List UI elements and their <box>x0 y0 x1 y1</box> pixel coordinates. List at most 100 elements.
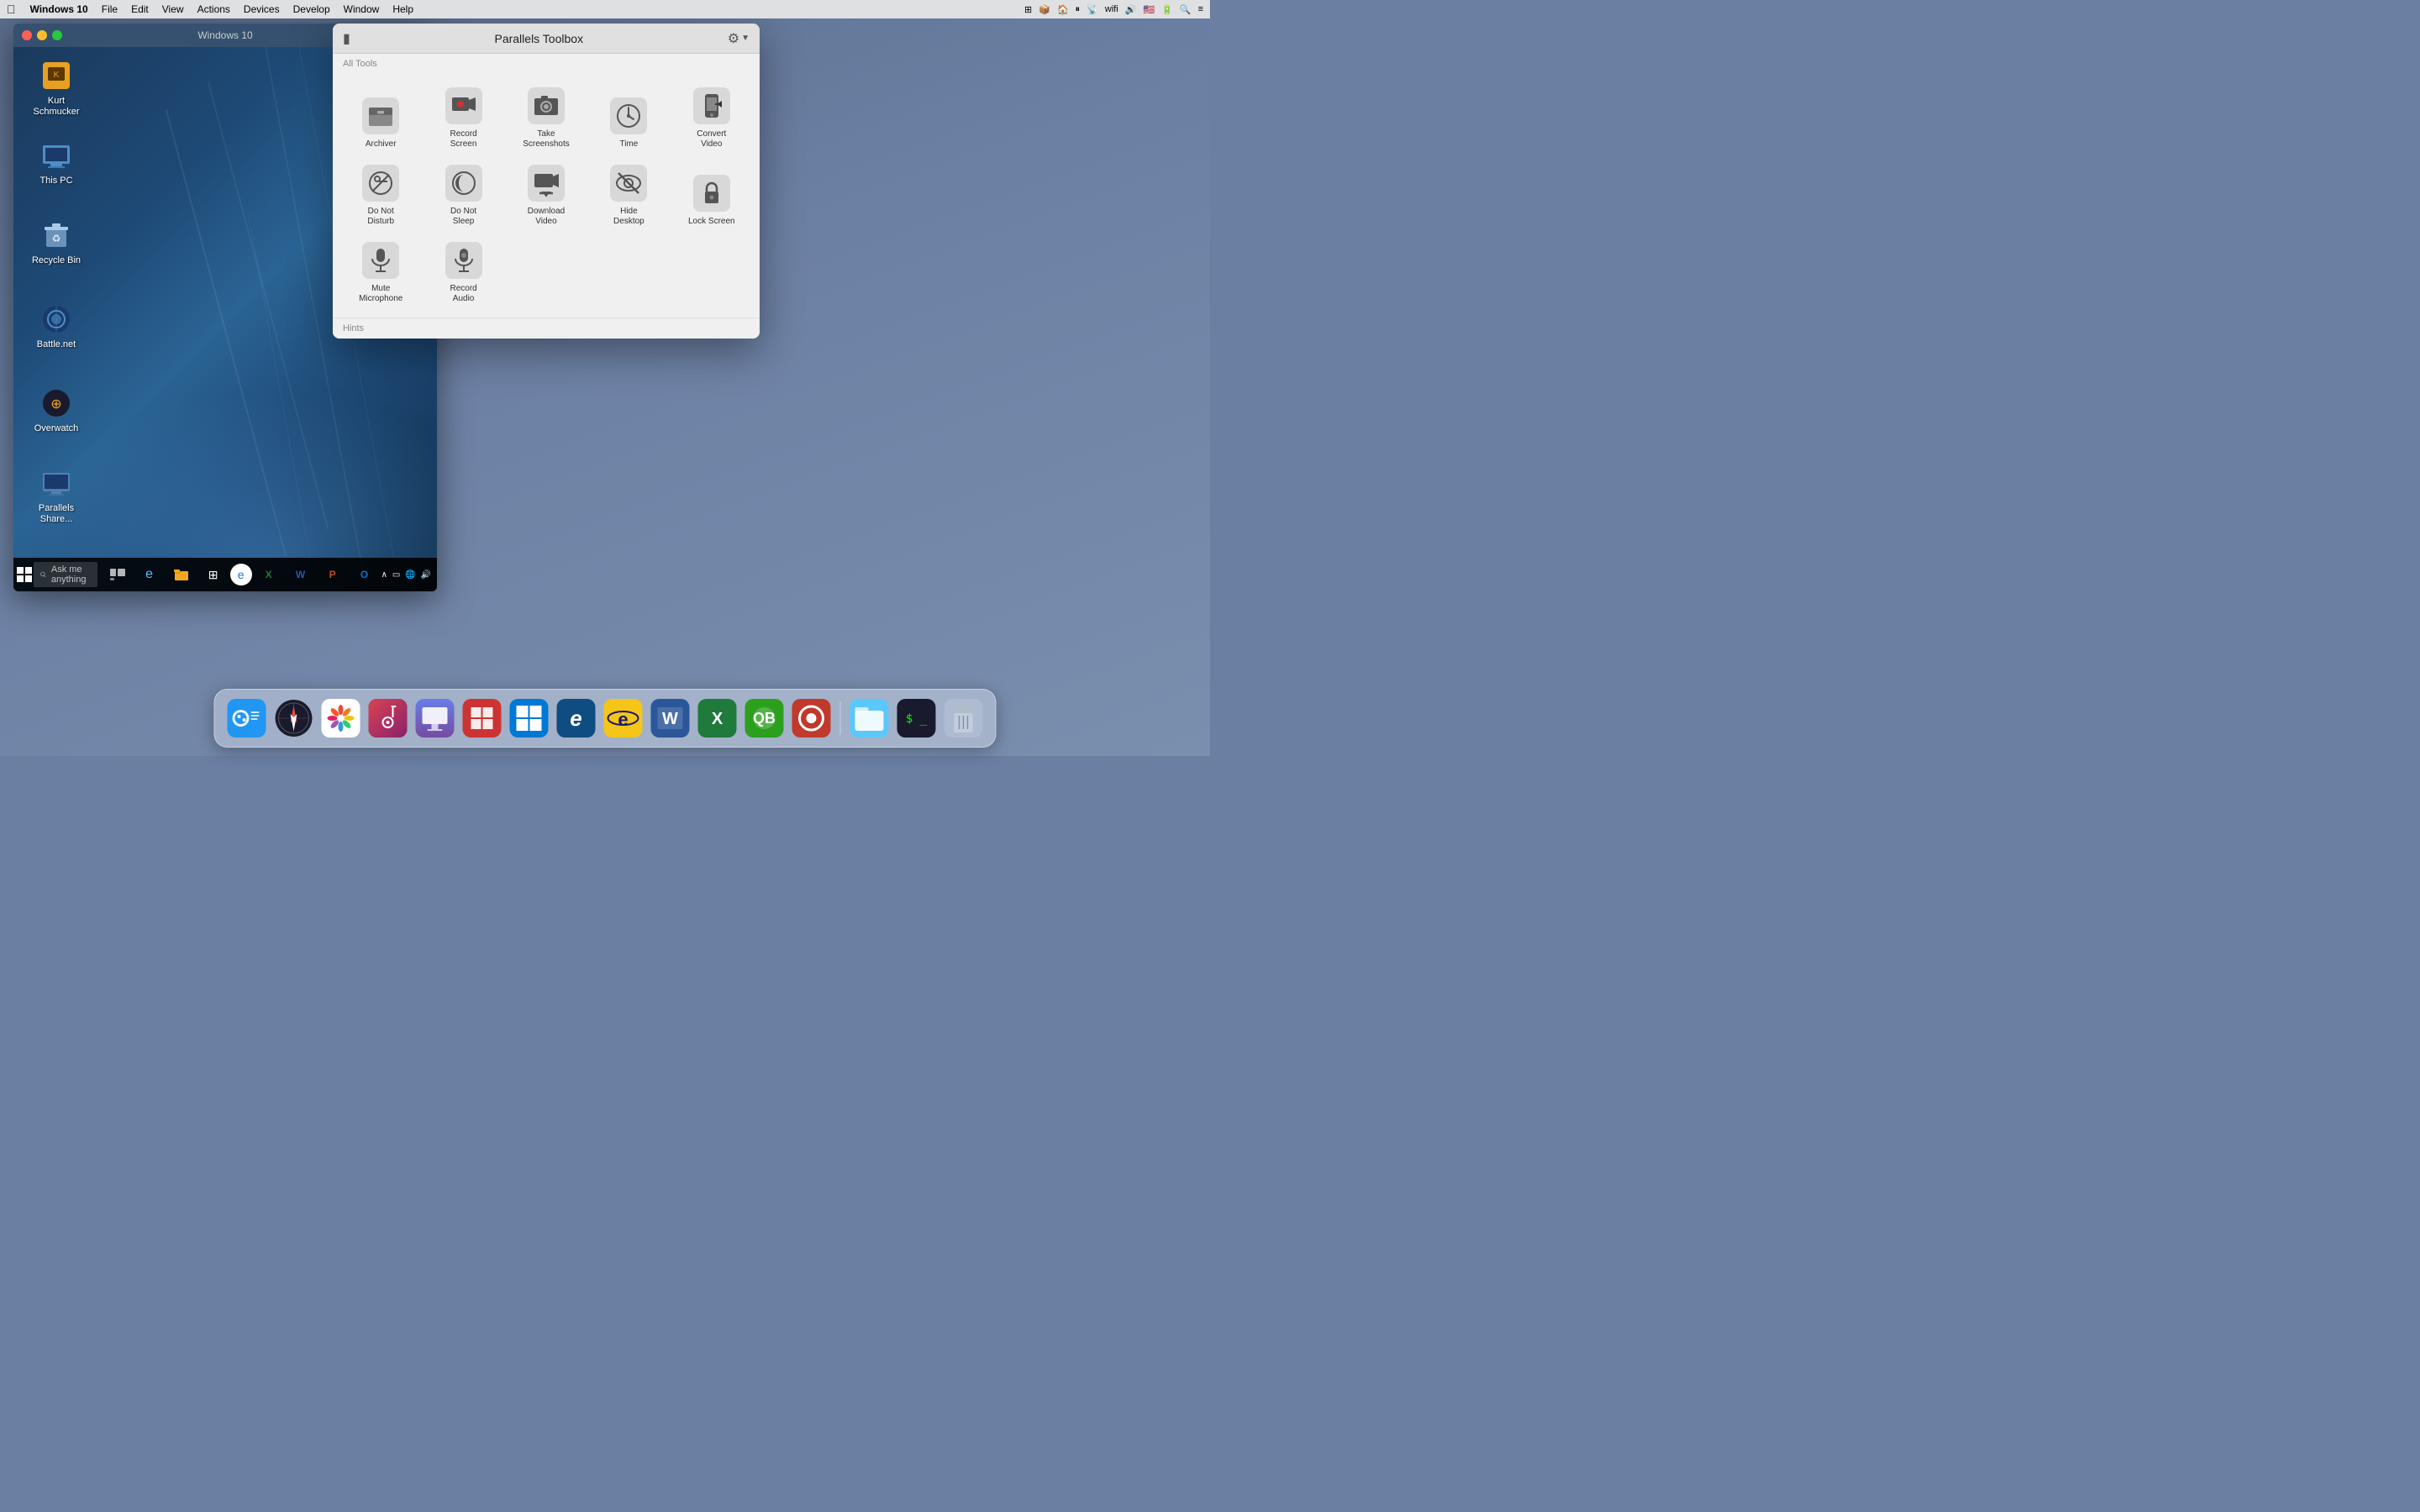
tray-message[interactable]: 💬 <box>436 570 437 580</box>
toolbox-header: ▮ Parallels Toolbox ⚙ ▼ <box>333 24 760 54</box>
taskbar-app-excel[interactable]: X <box>254 559 284 590</box>
tool-do-not-sleep[interactable]: Do NotSleep <box>422 156 504 234</box>
devices-menu[interactable]: Devices <box>238 2 286 17</box>
actions-menu[interactable]: Actions <box>192 2 236 17</box>
tool-do-not-disturb[interactable]: Do NotDisturb <box>339 156 422 234</box>
dropbox-icon[interactable]: 📦 <box>1039 4 1050 15</box>
tray-tablet[interactable]: ▭ <box>392 570 400 580</box>
dock-ie[interactable]: e <box>602 696 645 740</box>
wifi-icon[interactable]: wifi <box>1105 4 1118 14</box>
list-icon[interactable]: ≡ <box>1198 4 1203 14</box>
taskbar-search[interactable]: Ask me anything <box>34 562 97 587</box>
taskbar-app-explorer[interactable] <box>166 559 197 590</box>
gear-icon: ⚙ <box>728 30 739 47</box>
dock-word[interactable]: W <box>649 696 692 740</box>
svg-text:W: W <box>662 710 678 728</box>
close-button[interactable] <box>22 30 32 40</box>
desktop-icon-thispc[interactable]: This PC <box>26 135 87 190</box>
search-placeholder: Ask me anything <box>51 564 91 585</box>
flag-icon[interactable]: 🇺🇸 <box>1143 4 1155 15</box>
dock-excel[interactable]: X <box>696 696 739 740</box>
develop-menu[interactable]: Develop <box>287 2 336 17</box>
desktop-icon-parallels-share[interactable]: ParallelsShare... <box>26 463 87 528</box>
toolbox-settings-button[interactable]: ⚙ ▼ <box>728 30 750 47</box>
dock-safari[interactable] <box>272 696 316 740</box>
tool-take-screenshots[interactable]: TakeScreenshots <box>505 79 587 156</box>
tool-download-video[interactable]: DownloadVideo <box>505 156 587 234</box>
convert-video-label: ConvertVideo <box>697 129 726 150</box>
tool-hide-desktop[interactable]: HideDesktop <box>587 156 670 234</box>
parallels-toolbox: ▮ Parallels Toolbox ⚙ ▼ All Tools Archiv… <box>333 24 760 339</box>
desktop-icon-recyclebin[interactable]: ♻ Recycle Bin <box>26 215 87 270</box>
tray-network[interactable]: 🌐 <box>405 570 415 580</box>
taskbar-tray: ∧ ▭ 🌐 🔊 💬 ENG 9:15 AM 7/29/2016 <box>381 564 437 585</box>
dock-terminal[interactable]: $ _ <box>895 696 939 740</box>
dock-parallels[interactable] <box>460 696 504 740</box>
edit-menu[interactable]: Edit <box>125 2 155 17</box>
tool-convert-video[interactable]: ConvertVideo <box>671 79 753 156</box>
tool-record-screen[interactable]: RecordScreen <box>422 79 504 156</box>
take-screenshots-label: TakeScreenshots <box>523 129 570 150</box>
parallels-icon[interactable]: ⊞ <box>1024 4 1032 15</box>
hide-desktop-label: HideDesktop <box>613 207 644 227</box>
tool-lock-screen[interactable]: Lock Screen <box>671 156 753 234</box>
dock-trash[interactable] <box>942 696 986 740</box>
search-icon[interactable]: 🔍 <box>1180 4 1192 15</box>
record-screen-label: RecordScreen <box>450 129 476 150</box>
taskbar-app-word[interactable]: W <box>286 559 316 590</box>
overwatch-icon-image: ⊕ <box>39 386 73 420</box>
archiver-icon <box>362 97 399 134</box>
taskbar-app-ie[interactable]: e <box>230 564 252 585</box>
taskbar-app-edge[interactable]: e <box>134 559 165 590</box>
battlenet-icon-image <box>39 302 73 336</box>
toolbox-folder-icon[interactable]: ▮ <box>343 30 350 47</box>
start-button[interactable] <box>17 558 32 591</box>
dock-photos[interactable] <box>319 696 363 740</box>
battery-icon[interactable]: 🔋 <box>1161 4 1173 15</box>
svg-text:⊕: ⊕ <box>50 397 61 412</box>
dock-retropie[interactable] <box>790 696 834 740</box>
desktop-icon-overwatch[interactable]: ⊕ Overwatch <box>26 383 87 438</box>
dock-finder[interactable] <box>225 696 269 740</box>
recyclebin-icon-label: Recycle Bin <box>32 255 81 266</box>
dock-edge[interactable]: e <box>555 696 598 740</box>
taskbar-app-outlook[interactable]: O <box>350 559 380 590</box>
mute-microphone-label: MuteMicrophone <box>359 284 402 304</box>
apple-menu[interactable]:  <box>7 3 16 16</box>
desktop-icon-kurt[interactable]: K KurtSchmucker <box>26 55 87 121</box>
tool-record-audio[interactable]: RecordAudio <box>422 234 504 311</box>
dock-keynote[interactable] <box>413 696 457 740</box>
pause-icon[interactable]: ⏸ <box>1076 4 1081 15</box>
time-icon <box>610 97 647 134</box>
menubar-right-icons: ⊞ 📦 🏠 ⏸ 📡 wifi 🔊 🇺🇸 🔋 🔍 ≡ <box>1024 4 1203 15</box>
window-menu[interactable]: Window <box>338 2 386 17</box>
dock-itunes[interactable] <box>366 696 410 740</box>
desktop-icon-battlenet[interactable]: Battle.net <box>26 299 87 354</box>
minimize-button[interactable] <box>37 30 47 40</box>
dock-files[interactable] <box>848 696 892 740</box>
tool-archiver[interactable]: Archiver <box>339 79 422 156</box>
dock-quickbooks[interactable]: QB <box>743 696 786 740</box>
tray-volume[interactable]: 🔊 <box>421 570 431 580</box>
svg-text:e: e <box>570 706 581 731</box>
svg-text:X: X <box>712 710 723 728</box>
taskbar-app-powerpoint[interactable]: P <box>318 559 348 590</box>
taskbar-app-task-view[interactable] <box>103 559 133 590</box>
view-menu[interactable]: View <box>156 2 190 17</box>
app-name-menu[interactable]: Windows 10 <box>24 2 94 17</box>
file-menu[interactable]: File <box>96 2 124 17</box>
volume-icon[interactable]: 🔊 <box>1125 4 1137 15</box>
toolbox-grid: Archiver RecordScreen Tak <box>333 72 760 318</box>
dock-windows-logo[interactable] <box>508 696 551 740</box>
chevron-down-icon: ▼ <box>741 34 750 43</box>
taskbar-app-store[interactable]: ⊞ <box>198 559 229 590</box>
help-menu[interactable]: Help <box>387 2 419 17</box>
tool-time[interactable]: Time <box>587 79 670 156</box>
tray-chevron[interactable]: ∧ <box>381 570 387 580</box>
maximize-button[interactable] <box>52 30 62 40</box>
airplay-icon[interactable]: 📡 <box>1086 4 1098 15</box>
record-audio-label: RecordAudio <box>450 284 476 304</box>
home-icon[interactable]: 🏠 <box>1057 4 1069 15</box>
tool-mute-microphone[interactable]: MuteMicrophone <box>339 234 422 311</box>
archiver-label: Archiver <box>366 139 397 150</box>
